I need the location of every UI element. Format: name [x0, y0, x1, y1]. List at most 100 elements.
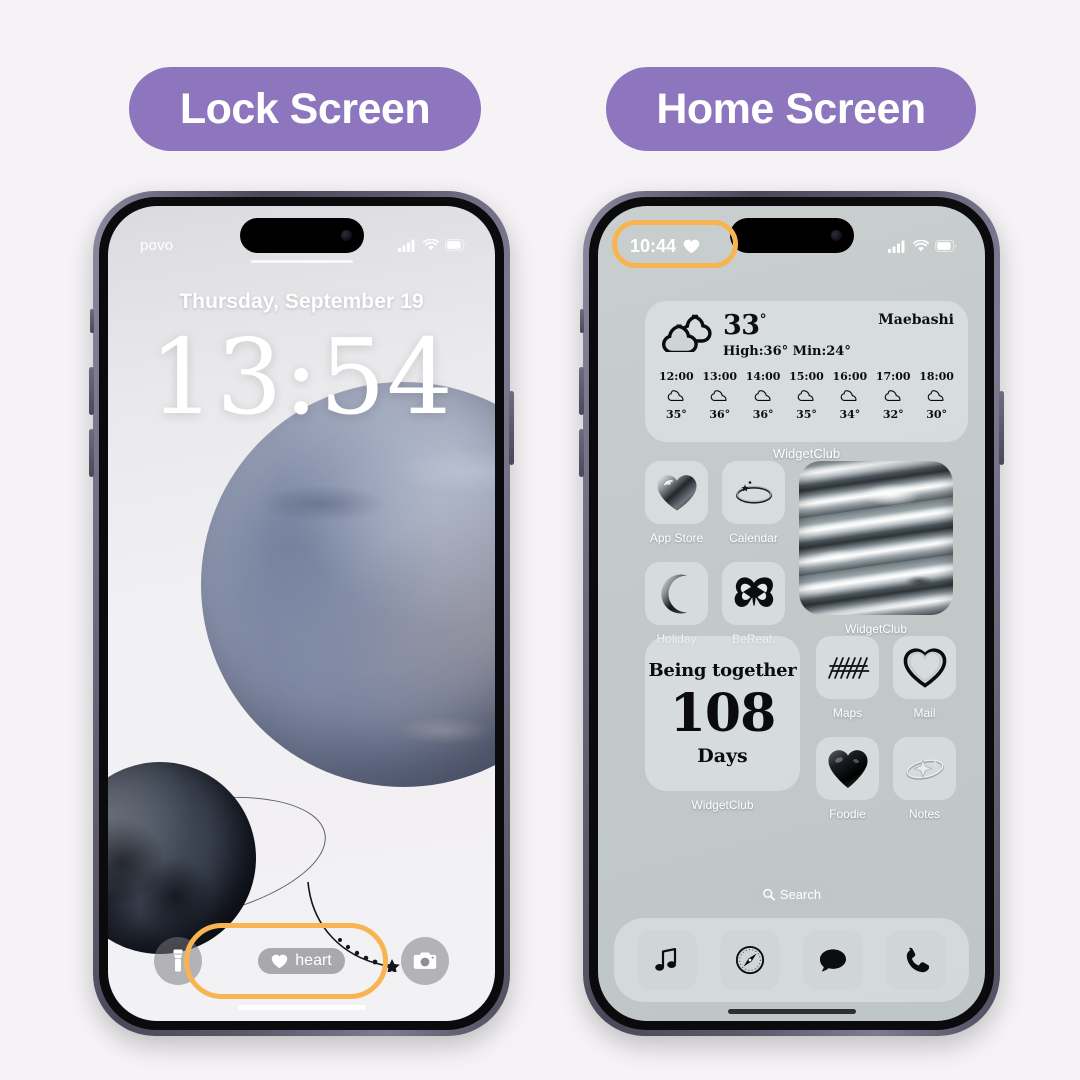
forecast-hour: 17:00 32°: [876, 370, 911, 421]
phone-bezel: 10:44 33° High:36° Min:24° Maebashi 12:0…: [589, 197, 994, 1030]
badge-label: Home Screen: [656, 84, 926, 133]
home-indicator[interactable]: [237, 1005, 366, 1010]
app-grid-lower: Being together 108 Days WidgetClub Maps …: [645, 636, 956, 821]
forecast-temp: 36°: [752, 408, 774, 421]
search-label: Search: [779, 887, 822, 902]
forecast-hour: 12:00 35°: [659, 370, 694, 421]
dock-icon-phone[interactable]: [885, 930, 946, 990]
together-unit: Days: [697, 744, 748, 767]
cloud-icon: [927, 390, 944, 402]
badge-label: Lock Screen: [179, 84, 431, 133]
app-tile: [722, 461, 785, 524]
app-tile: [893, 737, 956, 800]
power-button[interactable]: [999, 391, 1004, 465]
lock-status-bar: povo: [108, 206, 495, 264]
dock-icon-safari[interactable]: [720, 930, 781, 990]
app-icon-mail[interactable]: Mail: [893, 636, 956, 720]
highlight-ring-status-time: [612, 220, 738, 268]
camera-button[interactable]: [400, 937, 449, 985]
black-heart-icon: [827, 749, 868, 788]
widget-caption: WidgetClub: [844, 622, 908, 636]
lock-clock: 13:54: [149, 316, 454, 438]
app-label: Notes: [908, 807, 941, 821]
forecast-time: 13:00: [702, 370, 738, 383]
volume-up-button[interactable]: [579, 367, 584, 415]
forecast-time: 12:00: [659, 370, 694, 383]
app-icon-bereal[interactable]: BeReal.: [722, 562, 785, 646]
forecast-temp: 32°: [882, 408, 904, 421]
volume-down-button[interactable]: [89, 429, 94, 477]
battery-icon: [445, 239, 467, 251]
app-grid-upper: App Store Calendar WidgetClub: [645, 461, 953, 646]
app-icon-app-store[interactable]: App Store: [645, 461, 708, 545]
dock-icon-music[interactable]: [637, 930, 698, 990]
search-button[interactable]: Search: [747, 882, 836, 907]
phone-mockup-lock-screen: povo Thursday, September 19 13:54 heart: [89, 191, 514, 1036]
widget-marble-widgetclub[interactable]: WidgetClub: [799, 461, 953, 646]
dock-icon-messages[interactable]: [802, 930, 863, 990]
forecast-temp: 35°: [796, 408, 817, 421]
app-icon-foodie[interactable]: Foodie: [816, 737, 879, 821]
app-label: Maps: [832, 706, 863, 720]
forecast-hour: 14:00 36°: [746, 370, 781, 421]
app-icon-calendar[interactable]: Calendar: [722, 461, 785, 545]
wifi-icon: [913, 240, 929, 252]
lightning-bolts-icon: [827, 656, 869, 679]
app-label: Calendar: [729, 531, 778, 545]
weather-widget[interactable]: 33° High:36° Min:24° Maebashi 12:00 35° …: [645, 301, 968, 442]
volume-up-button[interactable]: [89, 367, 94, 415]
butterfly-icon: [734, 576, 773, 607]
lock-screen-display: povo Thursday, September 19 13:54 heart: [108, 206, 495, 1021]
carrier-label: povo: [140, 236, 174, 254]
marble-texture-widget: [799, 461, 953, 615]
volume-down-button[interactable]: [579, 429, 584, 477]
forecast-hour: 16:00 34°: [833, 370, 868, 421]
highlight-ring-lock-widget: [184, 923, 388, 999]
widget-caption: WidgetClub: [691, 798, 754, 812]
forecast-time: 14:00: [745, 370, 781, 383]
app-icon-holiday[interactable]: Holiday: [645, 562, 708, 646]
app-label: Foodie: [829, 807, 866, 821]
degree-symbol: °: [759, 312, 767, 328]
forecast-time: 15:00: [789, 370, 824, 383]
home-screen-display: 10:44 33° High:36° Min:24° Maebashi 12:0…: [598, 206, 985, 1021]
app-label: Mail: [913, 706, 936, 720]
app-icon-maps[interactable]: Maps: [816, 636, 879, 720]
home-indicator[interactable]: [727, 1009, 856, 1014]
cloud-icon: [797, 390, 814, 402]
section-badge-lock-screen: Lock Screen: [129, 67, 481, 151]
app-tile: [816, 636, 879, 699]
forecast-hour: 15:00 35°: [789, 370, 824, 421]
battery-icon: [935, 240, 957, 252]
power-button[interactable]: [509, 391, 514, 465]
camera-icon: [413, 952, 436, 969]
wifi-icon: [423, 239, 439, 251]
mute-switch[interactable]: [90, 309, 94, 333]
heart-outline-icon: [903, 647, 946, 688]
crescent-moon-icon: [660, 574, 687, 613]
compass-icon: [736, 945, 765, 975]
app-icon-notes[interactable]: Notes: [893, 737, 956, 821]
forecast-time: 17:00: [875, 370, 911, 383]
app-tile: [893, 636, 956, 699]
together-title: Being together: [648, 660, 797, 682]
phone-bezel: povo Thursday, September 19 13:54 heart: [99, 197, 504, 1030]
cloud-icon: [884, 390, 901, 402]
cloud-icon: [754, 390, 771, 402]
search-icon: [762, 888, 775, 901]
forecast-hour: 18:00 30°: [919, 370, 954, 421]
forecast-time: 16:00: [832, 370, 868, 383]
phone-mockup-home-screen: 10:44 33° High:36° Min:24° Maebashi 12:0…: [579, 191, 1004, 1036]
weather-temperature: 33: [723, 310, 760, 341]
forecast-time: 18:00: [919, 370, 954, 383]
speech-bubble-icon: [819, 949, 846, 972]
mute-switch[interactable]: [580, 309, 584, 333]
app-tile: [645, 562, 708, 625]
widget-being-together[interactable]: Being together 108 Days WidgetClub: [645, 636, 800, 821]
forecast-temp: 36°: [709, 408, 731, 421]
ring-star-icon: [905, 758, 944, 780]
app-tile: [816, 737, 879, 800]
weather-hourly-forecast: 12:00 35° 13:00 36° 14:00 36° 15:00 35° …: [659, 370, 954, 421]
forecast-temp: 34°: [839, 408, 861, 421]
app-label: App Store: [649, 531, 704, 545]
